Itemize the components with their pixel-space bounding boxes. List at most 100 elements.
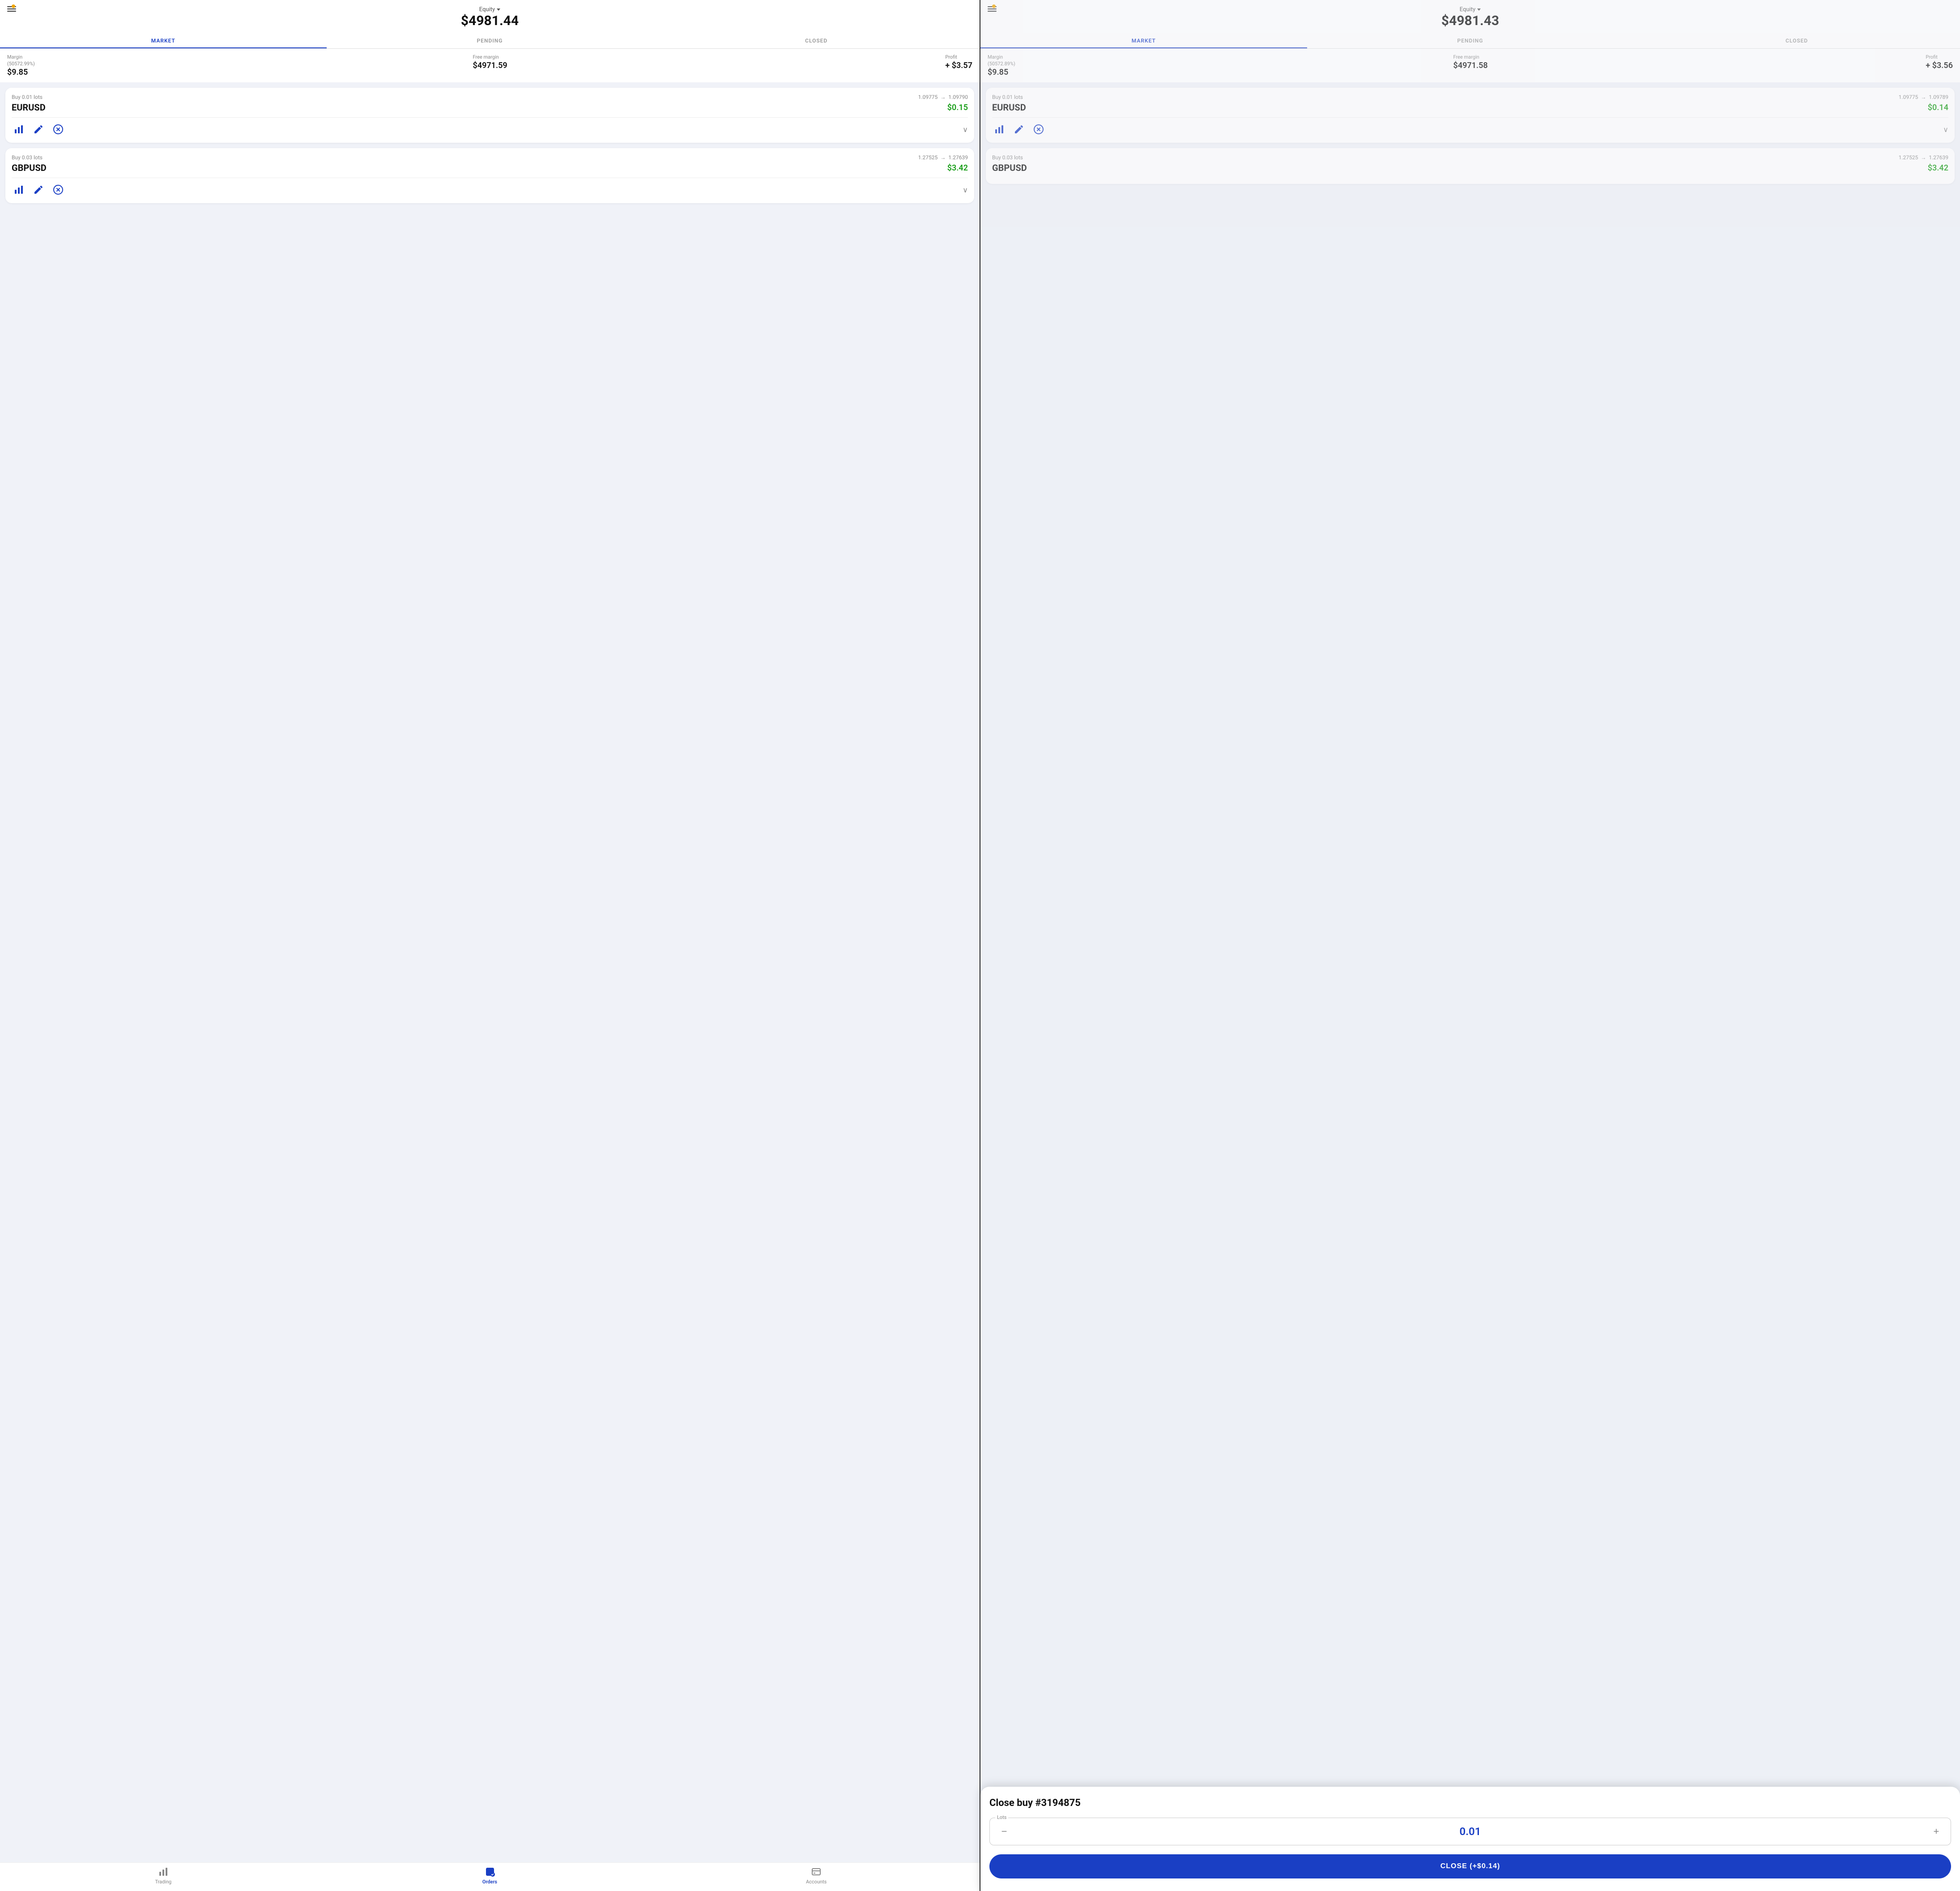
equity-amount: $4981.44 xyxy=(7,13,972,29)
edit-icon-gbpusd-left[interactable] xyxy=(31,183,46,197)
profit-label-left: Profit xyxy=(945,54,972,60)
equity-dropdown-arrow-right[interactable] xyxy=(1477,9,1481,11)
tab-closed-right[interactable]: CLOSED xyxy=(1633,33,1960,48)
order-divider-1-right xyxy=(992,117,1948,118)
tab-closed-left[interactable]: CLOSED xyxy=(653,33,980,48)
order-symbol-eurusd-right: EURUSD xyxy=(992,102,1026,113)
order-actions-eurusd-right: ∨ xyxy=(992,122,1948,136)
lots-label: Lots xyxy=(995,1814,1008,1820)
order-card-gbpusd-right: Buy 0.03 lots 1.27525 → 1.27639 GBPUSD $… xyxy=(986,148,1955,184)
free-margin-item-left: Free margin $4971.59 xyxy=(473,54,507,77)
order-symbol-eurusd-left: EURUSD xyxy=(12,102,46,113)
equity-label: Equity xyxy=(7,6,972,13)
edit-icon-eurusd-right[interactable] xyxy=(1012,122,1026,136)
order-profit-eurusd-left: $0.15 xyxy=(947,103,968,112)
free-margin-value-right: $4971.58 xyxy=(1453,61,1488,70)
profit-value-right: + $3.56 xyxy=(1926,61,1953,70)
equity-dropdown-arrow[interactable] xyxy=(497,9,500,11)
menu-notification-dot xyxy=(12,4,15,8)
tab-pending-left[interactable]: PENDING xyxy=(327,33,653,48)
right-tabs: MARKET PENDING CLOSED xyxy=(980,33,1960,49)
margin-label-left: Margin xyxy=(7,54,35,60)
equity-text-right: Equity xyxy=(1460,6,1475,13)
order-card-eurusd-left: Buy 0.01 lots 1.09775 → 1.09790 EURUSD $… xyxy=(5,88,974,143)
order-prices-gbpusd-right: 1.27525 → 1.27639 xyxy=(1899,154,1948,161)
close-trade-button[interactable]: CLOSE (+$0.14) xyxy=(989,1854,1951,1878)
nav-orders-label-left: Orders xyxy=(482,1879,497,1885)
chevron-down-icon-eurusd-left[interactable]: ∨ xyxy=(963,125,968,134)
profit-label-right: Profit xyxy=(1926,54,1953,60)
nav-accounts-label-left: Accounts xyxy=(806,1879,827,1885)
lots-field: Lots − 0.01 + xyxy=(989,1818,1951,1845)
left-panel: Equity $4981.44 MARKET PENDING CLOSED Ma… xyxy=(0,0,980,1891)
margin-sublabel-right: (50572.89%) xyxy=(988,61,1015,67)
right-header: Equity $4981.43 xyxy=(980,0,1960,33)
close-modal: Close buy #3194875 Lots − 0.01 + CLOSE (… xyxy=(980,1787,1960,1891)
margin-item-right: Margin (50572.89%) $9.85 xyxy=(988,54,1015,77)
tab-market-right[interactable]: MARKET xyxy=(980,33,1307,48)
chart-icon-eurusd-right[interactable] xyxy=(992,122,1006,136)
profit-item-left: Profit + $3.57 xyxy=(945,54,972,77)
free-margin-label-left: Free margin xyxy=(473,54,507,60)
order-prices-gbpusd-left: 1.27525 → 1.27639 xyxy=(918,154,968,161)
lots-value: 0.01 xyxy=(1460,1825,1481,1838)
free-margin-value-left: $4971.59 xyxy=(473,61,507,70)
left-header: Equity $4981.44 xyxy=(0,0,980,33)
margin-value-right: $9.85 xyxy=(988,68,1015,77)
order-buy-info-gbpusd-right: Buy 0.03 lots xyxy=(992,154,1023,161)
margin-sublabel-left: (50572.99%) xyxy=(7,61,35,67)
order-buy-info-eurusd-right: Buy 0.01 lots xyxy=(992,94,1023,100)
profit-value-left: + $3.57 xyxy=(945,61,972,70)
order-profit-gbpusd-left: $3.42 xyxy=(947,163,968,173)
order-profit-eurusd-right: $0.14 xyxy=(1928,103,1948,112)
margin-label-right: Margin xyxy=(988,54,1015,60)
margin-row-right: Margin (50572.89%) $9.85 Free margin $49… xyxy=(980,49,1960,82)
tab-market-left[interactable]: MARKET xyxy=(0,33,327,48)
orders-list-left: Buy 0.01 lots 1.09775 → 1.09790 EURUSD $… xyxy=(0,82,980,1862)
order-divider-1-left xyxy=(12,117,968,118)
close-icon-gbpusd-left[interactable] xyxy=(51,183,65,197)
modal-title: Close buy #3194875 xyxy=(989,1797,1951,1809)
margin-value-left: $9.85 xyxy=(7,68,35,77)
equity-label-right: Equity xyxy=(988,6,1953,13)
nav-trading-left[interactable]: Trading xyxy=(0,1866,327,1885)
chevron-down-icon-gbpusd-left[interactable]: ∨ xyxy=(963,186,968,194)
edit-icon-eurusd-left[interactable] xyxy=(31,122,46,136)
margin-row-left: Margin (50572.99%) $9.85 Free margin $49… xyxy=(0,49,980,82)
chevron-down-icon-eurusd-right[interactable]: ∨ xyxy=(1943,125,1948,134)
margin-item-left: Margin (50572.99%) $9.85 xyxy=(7,54,35,77)
right-panel: Equity $4981.43 MARKET PENDING CLOSED Ma… xyxy=(980,0,1960,1891)
order-profit-gbpusd-right: $3.42 xyxy=(1928,163,1948,173)
order-actions-eurusd-left: ∨ xyxy=(12,122,968,136)
order-buy-info-eurusd-left: Buy 0.01 lots xyxy=(12,94,43,100)
order-prices-eurusd-left: 1.09775 → 1.09790 xyxy=(918,94,968,100)
order-card-eurusd-right: Buy 0.01 lots 1.09775 → 1.09789 EURUSD $… xyxy=(986,88,1955,143)
order-actions-gbpusd-left: ∨ xyxy=(12,183,968,197)
chart-icon-eurusd-left[interactable] xyxy=(12,122,26,136)
orders-list-right: Buy 0.01 lots 1.09775 → 1.09789 EURUSD $… xyxy=(980,82,1960,1891)
orders-nav-icon xyxy=(485,1866,495,1877)
close-icon-eurusd-left[interactable] xyxy=(51,122,65,136)
order-prices-eurusd-right: 1.09775 → 1.09789 xyxy=(1899,94,1948,100)
nav-accounts-left[interactable]: Accounts xyxy=(653,1866,980,1885)
equity-text: Equity xyxy=(479,6,495,13)
order-buy-info-gbpusd-left: Buy 0.03 lots xyxy=(12,154,43,161)
free-margin-label-right: Free margin xyxy=(1453,54,1488,60)
bottom-nav-left: Trading Orders Accounts xyxy=(0,1862,980,1891)
lots-decrease-button[interactable]: − xyxy=(997,1824,1011,1839)
tab-pending-right[interactable]: PENDING xyxy=(1307,33,1634,48)
profit-item-right: Profit + $3.56 xyxy=(1926,54,1953,77)
order-symbol-gbpusd-left: GBPUSD xyxy=(12,162,47,173)
equity-amount-right: $4981.43 xyxy=(988,13,1953,29)
nav-orders-left[interactable]: Orders xyxy=(327,1866,653,1885)
chart-icon-gbpusd-left[interactable] xyxy=(12,183,26,197)
close-icon-eurusd-right[interactable] xyxy=(1031,122,1046,136)
order-card-gbpusd-left: Buy 0.03 lots 1.27525 → 1.27639 GBPUSD $… xyxy=(5,148,974,203)
menu-notification-dot-right xyxy=(992,4,996,8)
nav-trading-label-left: Trading xyxy=(155,1879,171,1885)
order-symbol-gbpusd-right: GBPUSD xyxy=(992,162,1027,173)
lots-input-row: − 0.01 + xyxy=(997,1822,1943,1841)
left-tabs: MARKET PENDING CLOSED xyxy=(0,33,980,49)
trading-nav-icon xyxy=(158,1866,169,1877)
lots-increase-button[interactable]: + xyxy=(1929,1824,1943,1839)
